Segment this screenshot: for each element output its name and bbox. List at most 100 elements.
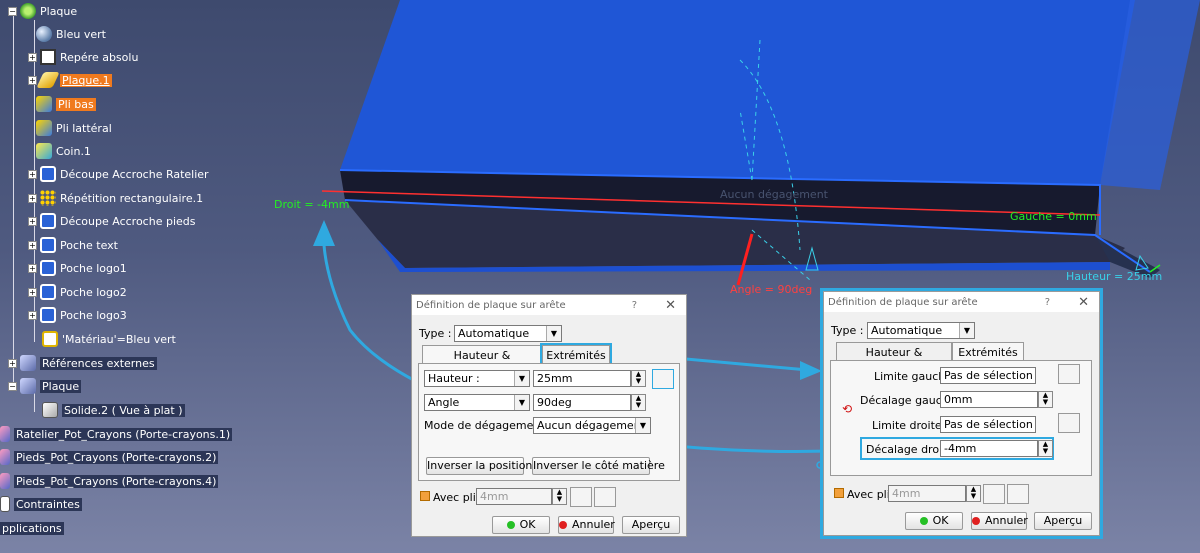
tree-node-pieds-4[interactable]: Pieds_Pot_Crayons (Porte-crayons.4): [0, 471, 219, 491]
3d-viewport[interactable]: Droit = -4mm Gauche = 0mm Hauteur = 25mm…: [0, 0, 1200, 553]
preview-button[interactable]: Aperçu: [1034, 512, 1092, 530]
invert-material-side-button[interactable]: Inverser le côté matière: [532, 457, 665, 475]
limite-gauche-input[interactable]: Pas de sélection: [940, 367, 1036, 384]
material-icon: [42, 331, 58, 347]
tree-node-pli-bas[interactable]: Pli bas: [36, 94, 96, 114]
length-type-button[interactable]: [652, 369, 674, 389]
corner-icon: [36, 143, 52, 159]
tree-node-plaque-body[interactable]: − Plaque: [8, 376, 82, 396]
decalage-droit-input[interactable]: -4mm: [940, 440, 1038, 457]
expand-toggle-icon[interactable]: +: [28, 216, 37, 226]
close-icon[interactable]: ✕: [665, 298, 676, 313]
dialog-titlebar[interactable]: Définition de plaque sur arête ? ✕: [412, 295, 686, 315]
tree-node-plaque[interactable]: − Plaque: [8, 1, 77, 21]
expand-toggle-icon[interactable]: +: [28, 52, 37, 62]
tree-node-bleu-vert[interactable]: Bleu vert: [36, 24, 106, 44]
cancel-button[interactable]: Annuler: [558, 516, 615, 534]
tree-node-ratelier[interactable]: Ratelier_Pot_Crayons (Porte-crayons.1): [0, 424, 233, 444]
tab-extremites[interactable]: Extrémités: [540, 343, 612, 366]
collapse-toggle-icon[interactable]: −: [8, 6, 17, 16]
chevron-down-icon: ▼: [959, 323, 974, 338]
tree-node-repere-absolu[interactable]: + Repére absolu: [28, 47, 138, 67]
height-input[interactable]: 25mm: [533, 370, 631, 387]
avec-pli-checkbox[interactable]: [420, 491, 430, 501]
help-icon[interactable]: ?: [1045, 297, 1050, 308]
bend-radius-input[interactable]: 4mm: [888, 485, 966, 502]
limite-droite-label: Limite droite :: [872, 419, 949, 432]
bend-radius-spinner[interactable]: ▲ ▼: [552, 488, 567, 505]
expand-toggle-icon[interactable]: +: [8, 358, 17, 368]
ok-button[interactable]: OK: [492, 516, 550, 534]
bend-parameters-icon[interactable]: [594, 487, 616, 507]
chevron-down-icon: ▼: [514, 395, 529, 410]
avec-pli-checkbox[interactable]: [834, 488, 844, 498]
tree-node-applications[interactable]: pplications: [0, 518, 64, 538]
angle-type-select[interactable]: Angle ▼: [424, 394, 530, 411]
cancel-button[interactable]: Annuler: [971, 512, 1028, 530]
expand-toggle-icon[interactable]: +: [28, 193, 37, 203]
tree-node-coin-1[interactable]: Coin.1: [36, 141, 91, 161]
tree-node-poche-logo3[interactable]: + Poche logo3: [28, 305, 127, 325]
dialog-titlebar[interactable]: Définition de plaque sur arête ? ✕: [824, 292, 1099, 312]
chevron-down-icon: ▼: [635, 418, 650, 433]
tree-node-poche-logo2[interactable]: + Poche logo2: [28, 282, 127, 302]
bend-radius-input[interactable]: 4mm: [476, 488, 552, 505]
type-select[interactable]: Automatique ▼: [867, 322, 975, 339]
tree-node-poche-text[interactable]: + Poche text: [28, 235, 118, 255]
tree-node-plaque-1[interactable]: + Plaque.1: [28, 70, 112, 90]
angle-spinner[interactable]: ▲ ▼: [631, 394, 646, 411]
bend-radius-spinner[interactable]: ▲ ▼: [966, 485, 981, 502]
tree-node-repetition[interactable]: + Répétition rectangulaire.1: [28, 188, 203, 208]
flange-icon: [36, 120, 52, 136]
part-body-icon: [20, 378, 36, 394]
tab-hauteur-inclinaison[interactable]: Hauteur & inclinaison: [836, 342, 952, 378]
relief-mode-select[interactable]: Aucun dégagemen ▼: [533, 417, 651, 434]
limit-selection-icon[interactable]: [1058, 413, 1080, 433]
help-icon[interactable]: ?: [632, 300, 637, 311]
gauche-dimension-label[interactable]: Gauche = 0mm: [1010, 210, 1097, 223]
tree-node-poche-logo1[interactable]: + Poche logo1: [28, 258, 127, 278]
decalage-gauche-input[interactable]: 0mm: [940, 391, 1038, 408]
limit-selection-icon[interactable]: [1058, 364, 1080, 384]
height-spinner[interactable]: ▲ ▼: [631, 370, 646, 387]
close-icon[interactable]: ✕: [1078, 295, 1089, 310]
tree-node-contraintes[interactable]: Contraintes: [0, 494, 82, 514]
tree-node-decoupe-ratelier[interactable]: + Découpe Accroche Ratelier: [28, 164, 209, 184]
tree-node-pieds-2[interactable]: Pieds_Pot_Crayons (Porte-crayons.2): [0, 447, 219, 467]
expand-toggle-icon[interactable]: +: [28, 287, 37, 297]
expand-toggle-icon[interactable]: +: [28, 263, 37, 273]
expand-toggle-icon[interactable]: +: [28, 240, 37, 250]
invert-position-button[interactable]: Inverser la position: [426, 457, 532, 475]
limite-droite-input[interactable]: Pas de sélection: [940, 416, 1036, 433]
tab-extremites[interactable]: Extrémités: [952, 342, 1024, 361]
flange-definition-dialog-1[interactable]: Définition de plaque sur arête ? ✕ Type …: [411, 294, 687, 537]
cutout-icon: [40, 166, 56, 182]
type-select[interactable]: Automatique ▼: [454, 325, 562, 342]
preview-button[interactable]: Aperçu: [622, 516, 680, 534]
tree-node-decoupe-pieds[interactable]: + Découpe Accroche pieds: [28, 211, 195, 231]
decalage-droit-spinner[interactable]: ▲ ▼: [1038, 440, 1053, 457]
tree-node-pli-lateral[interactable]: Pli lattéral: [36, 118, 112, 138]
chevron-down-icon: ▼: [514, 371, 529, 386]
collapse-toggle-icon[interactable]: −: [8, 381, 17, 391]
relief-mode-label: Aucun dégagement: [720, 188, 828, 201]
angle-dimension-label[interactable]: Angle = 90deg: [730, 283, 812, 296]
tab-hauteur-inclinaison[interactable]: Hauteur & inclinaison: [422, 345, 542, 381]
swap-icon[interactable]: ⟲: [842, 402, 852, 416]
tree-node-materiau[interactable]: 'Matériau'=Bleu vert: [42, 329, 176, 349]
length-type-select[interactable]: Hauteur : ▼: [424, 370, 530, 387]
bend-parameters-icon[interactable]: [1007, 484, 1029, 504]
hauteur-dimension-label[interactable]: Hauteur = 25mm: [1066, 270, 1162, 283]
specification-tree[interactable]: − Plaque Bleu vert + Repére absolu + Pla…: [0, 0, 330, 553]
formula-icon[interactable]: [570, 487, 592, 507]
expand-toggle-icon[interactable]: +: [28, 75, 37, 85]
decalage-gauche-spinner[interactable]: ▲ ▼: [1038, 391, 1053, 408]
expand-toggle-icon[interactable]: +: [28, 310, 37, 320]
expand-toggle-icon[interactable]: +: [28, 169, 37, 179]
ok-button[interactable]: OK: [905, 512, 963, 530]
formula-icon[interactable]: [983, 484, 1005, 504]
tree-node-references-externes[interactable]: + Références externes: [8, 353, 157, 373]
flange-definition-dialog-2[interactable]: Définition de plaque sur arête ? ✕ Type …: [820, 288, 1103, 539]
tree-node-solide-2[interactable]: Solide.2 ( Vue à plat ): [42, 400, 185, 420]
angle-input[interactable]: 90deg: [533, 394, 631, 411]
